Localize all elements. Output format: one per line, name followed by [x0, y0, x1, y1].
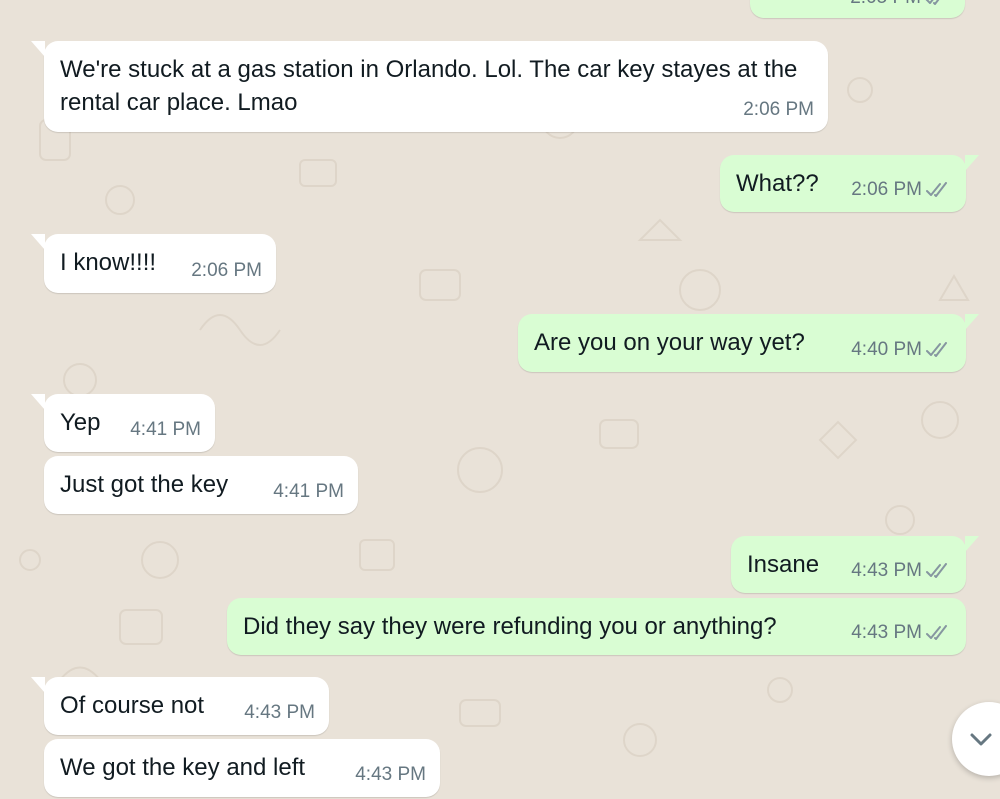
message-time: 4:41 PM: [273, 481, 344, 502]
double-check-icon: [926, 0, 939, 5]
message-bubble-incoming[interactable]: We're stuck at a gas station in Orlando.…: [31, 41, 828, 132]
message-text: Of course not: [60, 692, 205, 719]
message-bubble-outgoing[interactable]: What?? 2:06 PM: [720, 155, 979, 212]
message-text: Just got the key: [60, 471, 229, 498]
message-text: What??: [736, 170, 819, 197]
message-time: 4:40 PM: [851, 339, 922, 360]
message-text: I know!!!!: [60, 249, 157, 276]
message-bubble-incoming[interactable]: Just got the key 4:41 PM: [44, 456, 358, 514]
message-bubble-incoming[interactable]: Of course not 4:43 PM: [31, 677, 329, 735]
double-check-icon: [926, 181, 947, 197]
message-bubble-outgoing[interactable]: Insane 4:43 PM: [731, 536, 979, 593]
message-bubble-incoming[interactable]: I know!!!! 2:06 PM: [31, 234, 276, 293]
message-time: 4:41 PM: [130, 419, 201, 440]
message-time: 4:43 PM: [355, 764, 426, 785]
message-bubble-outgoing[interactable]: Are you on your way yet? 4:40 PM: [518, 314, 979, 372]
message-bubble-incoming[interactable]: Yep 4:41 PM: [31, 394, 215, 452]
double-check-icon: [926, 341, 947, 357]
message-text: We got the key and left: [60, 754, 306, 781]
message-time: 4:43 PM: [851, 560, 922, 581]
double-check-icon: [926, 624, 947, 640]
message-text: Yep: [60, 409, 101, 436]
message-bubble-incoming[interactable]: We got the key and left 4:43 PM: [44, 739, 440, 797]
message-time: 2:06 PM: [191, 260, 262, 281]
message-time: 2:06 PM: [743, 99, 814, 120]
message-text: Are you on your way yet?: [534, 329, 805, 356]
message-bubble-outgoing[interactable]: 2:05 PM: [750, 0, 965, 18]
double-check-icon: [926, 562, 947, 578]
message-text: Did they say they were refunding you or …: [243, 613, 777, 640]
message-time: 4:43 PM: [851, 622, 922, 643]
message-text: We're stuck at a gas station in Orlando.…: [60, 56, 798, 116]
message-bubble-outgoing[interactable]: Did they say they were refunding you or …: [227, 598, 966, 655]
message-text: Insane: [747, 551, 820, 578]
message-time: 2:05 PM: [850, 0, 921, 14]
message-time: 2:06 PM: [851, 179, 922, 200]
chevron-down-icon: [970, 733, 992, 746]
message-time: 4:43 PM: [244, 702, 315, 723]
chat-pane: 2:05 PM We're stuck at a gas station in …: [0, 0, 1000, 799]
